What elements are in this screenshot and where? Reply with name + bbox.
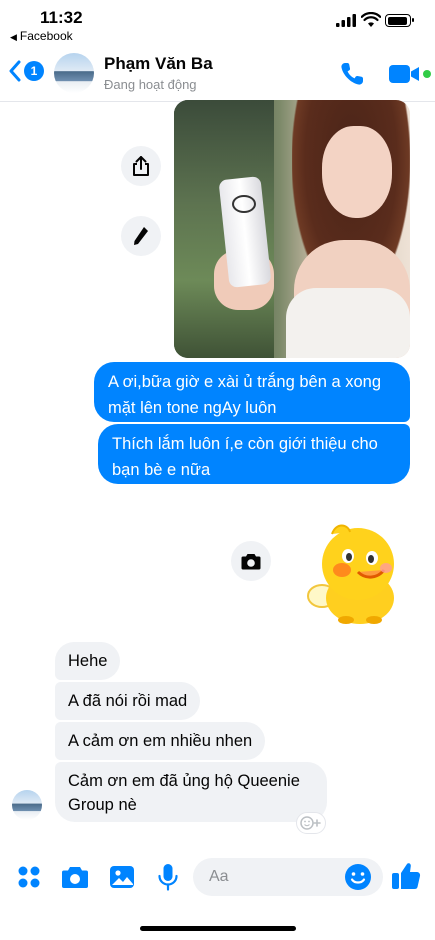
conversation-header: 1 Phạm Văn Ba Đang hoạt động	[0, 48, 435, 102]
outgoing-message[interactable]: A ơi,bữa giờ e xài ủ trắng bên a xong mặ…	[94, 362, 410, 422]
phone-icon[interactable]	[338, 60, 366, 88]
photo-face	[322, 126, 392, 218]
contact-name[interactable]: Phạm Văn Ba	[104, 54, 213, 74]
microphone-icon[interactable]	[153, 862, 183, 892]
sticker-yellow-bird[interactable]	[302, 522, 410, 624]
back-to-app-link[interactable]: ◀ Facebook	[10, 29, 73, 43]
camera-icon[interactable]	[60, 862, 90, 892]
unread-badge: 1	[24, 61, 44, 81]
outgoing-message[interactable]: Thích lắm luôn í,e còn giới thiệu cho bạ…	[98, 424, 410, 484]
wifi-icon	[361, 12, 381, 27]
camera-button[interactable]	[231, 541, 271, 581]
cellular-signal-icon	[336, 14, 356, 27]
status-bar: 11:32 ◀ Facebook	[0, 0, 435, 48]
incoming-message[interactable]: Hehe	[55, 642, 121, 680]
product-logo	[232, 195, 256, 213]
thumbs-up-icon[interactable]	[390, 860, 422, 892]
share-icon	[133, 156, 149, 176]
presence-status: Đang hoạt động	[104, 77, 197, 92]
incoming-message[interactable]: A cảm ơn em nhiều nhen	[55, 722, 266, 760]
home-indicator	[140, 926, 296, 931]
add-reaction-button[interactable]	[296, 812, 326, 834]
battery-level	[387, 16, 407, 25]
back-app-label: Facebook	[19, 29, 73, 43]
back-button[interactable]: 1	[8, 60, 44, 82]
contact-avatar-small[interactable]	[12, 790, 42, 820]
incoming-message[interactable]: Cảm ơn em đã ủng hộ Queenie Group nè	[55, 762, 327, 822]
camera-icon	[241, 553, 261, 569]
chevron-left-icon	[9, 60, 21, 82]
image-icon[interactable]	[107, 862, 137, 892]
contact-avatar[interactable]	[54, 53, 94, 93]
online-indicator	[423, 70, 431, 78]
share-button[interactable]	[121, 146, 161, 186]
smiley-icon[interactable]	[344, 863, 372, 891]
status-time: 11:32	[40, 8, 83, 27]
add-reaction-icon	[300, 816, 321, 830]
incoming-message[interactable]: A đã nói rồi mad	[55, 682, 201, 720]
message-composer	[0, 846, 435, 912]
video-camera-icon[interactable]	[388, 62, 420, 86]
four-dots-icon[interactable]	[14, 862, 44, 892]
photo-top	[286, 288, 410, 358]
edit-button[interactable]	[121, 216, 161, 256]
back-triangle-icon: ◀	[10, 32, 17, 42]
pencil-icon	[134, 227, 148, 245]
battery-icon	[385, 14, 414, 27]
shared-photo-message[interactable]	[174, 100, 410, 358]
